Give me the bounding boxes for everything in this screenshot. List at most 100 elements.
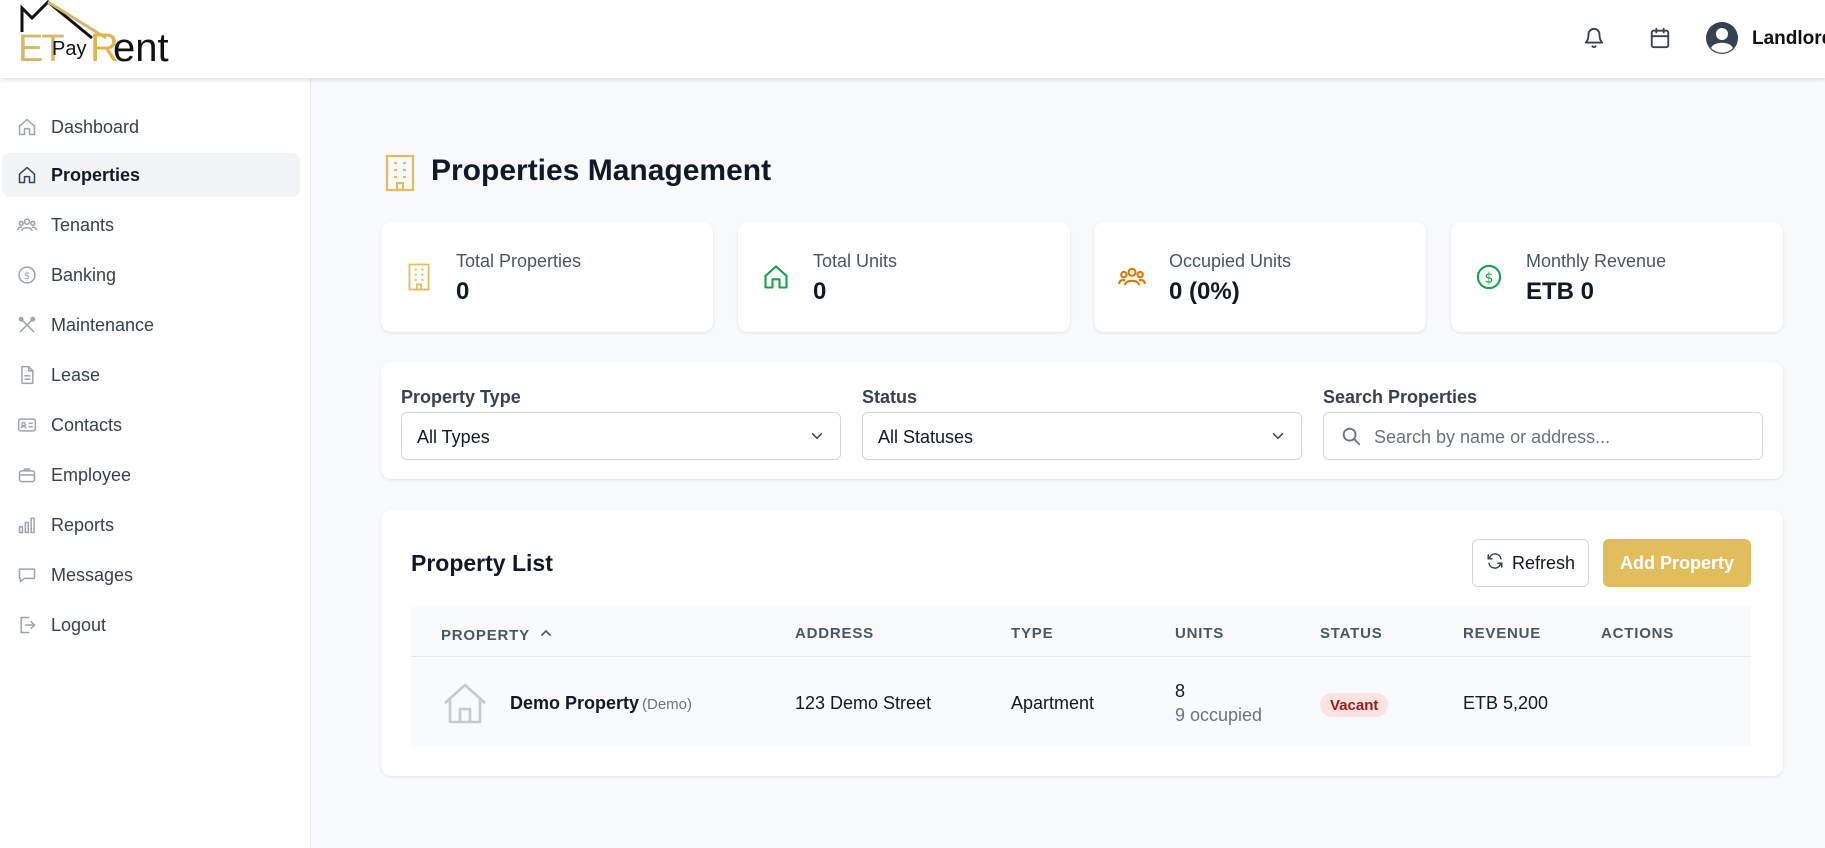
sidebar-item-label: Tenants bbox=[51, 214, 115, 235]
building-icon bbox=[405, 263, 433, 291]
etpayrent-logo[interactable]: ET Pay R ent bbox=[18, 0, 188, 70]
sidebar-item-label: Messages bbox=[51, 564, 134, 585]
home-icon bbox=[16, 164, 38, 186]
sidebar-item-tenants[interactable]: Tenants bbox=[2, 203, 300, 247]
calendar-icon[interactable] bbox=[1648, 26, 1672, 50]
building-icon bbox=[384, 154, 416, 197]
column-header-label: PROPERTY bbox=[441, 626, 530, 644]
logo-text-ent: ent bbox=[113, 26, 169, 70]
sidebar-item-properties[interactable]: Properties bbox=[2, 153, 300, 197]
stat-card-total-units: Total Units 0 bbox=[738, 222, 1070, 332]
sidebar-item-label: Properties bbox=[51, 164, 141, 185]
sidebar-item-label: Reports bbox=[51, 514, 115, 535]
sidebar-item-label: Employee bbox=[51, 464, 132, 485]
document-icon bbox=[16, 364, 38, 386]
sidebar-item-lease[interactable]: Lease bbox=[2, 353, 300, 397]
sidebar: Dashboard Properties Tenants $ Banking M… bbox=[0, 78, 311, 848]
stat-label: Total Units bbox=[813, 251, 898, 271]
bell-icon[interactable] bbox=[1582, 26, 1606, 50]
status-value: All Statuses bbox=[878, 427, 974, 447]
column-header-units: UNITS bbox=[1175, 625, 1224, 642]
users-icon bbox=[16, 214, 38, 236]
stat-value: ETB 0 bbox=[1526, 278, 1595, 305]
page-title: Properties Management bbox=[431, 154, 772, 187]
property-revenue: ETB 5,200 bbox=[1463, 693, 1549, 713]
home-icon bbox=[762, 263, 790, 291]
status-select[interactable]: All Statuses bbox=[862, 412, 1302, 460]
sidebar-item-label: Banking bbox=[51, 264, 117, 285]
column-header-revenue: REVENUE bbox=[1463, 625, 1542, 642]
sidebar-item-label: Dashboard bbox=[51, 116, 140, 137]
stat-card-monthly-revenue: $ Monthly Revenue ETB 0 bbox=[1451, 222, 1783, 332]
property-type-label: Property Type bbox=[401, 387, 521, 407]
sidebar-item-label: Lease bbox=[51, 364, 101, 385]
svg-text:$: $ bbox=[24, 271, 30, 282]
property-type: Apartment bbox=[1011, 693, 1095, 713]
column-header-type: TYPE bbox=[1011, 625, 1054, 642]
stat-card-occupied-units: Occupied Units 0 (0%) bbox=[1094, 222, 1426, 332]
column-header-status: STATUS bbox=[1320, 625, 1383, 642]
column-header-property[interactable]: PROPERTY bbox=[441, 625, 554, 645]
users-icon bbox=[1118, 263, 1146, 291]
status-label: Status bbox=[862, 387, 918, 407]
property-demo-tag: (Demo) bbox=[642, 696, 693, 713]
sidebar-item-dashboard[interactable]: Dashboard bbox=[2, 105, 300, 149]
sidebar-item-label: Maintenance bbox=[51, 314, 155, 335]
stat-value: 0 bbox=[813, 278, 827, 305]
search-box bbox=[1323, 412, 1763, 460]
stat-label: Total Properties bbox=[456, 251, 582, 271]
sidebar-item-label: Logout bbox=[51, 614, 107, 635]
property-type-value: All Types bbox=[417, 427, 490, 447]
user-name[interactable]: Landlord bbox=[1752, 28, 1825, 50]
refresh-label: Refresh bbox=[1511, 552, 1576, 573]
user-circle-icon[interactable] bbox=[1706, 22, 1738, 54]
id-card-icon bbox=[16, 414, 38, 436]
sidebar-item-contacts[interactable]: Contacts bbox=[2, 403, 300, 447]
refresh-icon bbox=[1486, 552, 1504, 575]
dollar-circle-icon: $ bbox=[16, 264, 38, 286]
chevron-up-icon bbox=[538, 625, 554, 645]
logo-text-pay: Pay bbox=[52, 38, 87, 60]
sidebar-item-banking[interactable]: $ Banking bbox=[2, 253, 300, 297]
bar-chart-icon bbox=[16, 514, 38, 536]
search-label: Search Properties bbox=[1323, 387, 1478, 407]
sidebar-item-label: Contacts bbox=[51, 414, 123, 435]
sidebar-item-logout[interactable]: Logout bbox=[2, 603, 300, 647]
stat-label: Monthly Revenue bbox=[1526, 251, 1667, 271]
property-units: 8 bbox=[1175, 681, 1186, 701]
sidebar-item-reports[interactable]: Reports bbox=[2, 503, 300, 547]
tools-icon bbox=[16, 314, 38, 336]
dollar-circle-icon: $ bbox=[1475, 263, 1503, 291]
refresh-button[interactable]: Refresh bbox=[1472, 539, 1589, 587]
chevron-down-icon bbox=[808, 427, 826, 450]
table-header: PROPERTY ADDRESS TYPE UNITS STATUS REVEN… bbox=[411, 607, 1751, 657]
stat-value: 0 (0%) bbox=[1169, 278, 1240, 305]
property-home-icon bbox=[441, 681, 489, 730]
property-type-select[interactable]: All Types bbox=[401, 412, 841, 460]
logout-icon bbox=[16, 614, 38, 636]
column-header-address: ADDRESS bbox=[795, 625, 874, 642]
stat-value: 0 bbox=[456, 278, 470, 305]
table-row[interactable]: Demo Property (Demo) 123 Demo Street Apa… bbox=[411, 657, 1751, 747]
stat-label: Occupied Units bbox=[1169, 251, 1292, 271]
search-input[interactable] bbox=[1374, 423, 1744, 451]
sidebar-item-messages[interactable]: Messages bbox=[2, 553, 300, 597]
column-header-actions: ACTIONS bbox=[1601, 625, 1675, 642]
property-list-title: Property List bbox=[411, 550, 553, 576]
property-name[interactable]: Demo Property bbox=[510, 693, 639, 714]
home-icon bbox=[16, 116, 38, 138]
property-list-card: Property List Refresh Add Property PROPE… bbox=[381, 510, 1783, 776]
top-header: ET Pay R ent Landlord bbox=[0, 0, 1825, 78]
status-badge: Vacant bbox=[1320, 693, 1389, 717]
sidebar-item-maintenance[interactable]: Maintenance bbox=[2, 303, 300, 347]
chevron-down-icon bbox=[1269, 427, 1287, 450]
svg-text:$: $ bbox=[1485, 270, 1494, 286]
property-address: 123 Demo Street bbox=[795, 693, 932, 713]
chat-icon bbox=[16, 564, 38, 586]
property-occupied: 9 occupied bbox=[1175, 705, 1263, 725]
search-icon bbox=[1340, 425, 1362, 452]
sidebar-item-employee[interactable]: Employee bbox=[2, 453, 300, 497]
filter-panel: Property Type All Types Status All Statu… bbox=[381, 362, 1783, 479]
briefcase-icon bbox=[16, 464, 38, 486]
add-property-button[interactable]: Add Property bbox=[1603, 539, 1751, 587]
